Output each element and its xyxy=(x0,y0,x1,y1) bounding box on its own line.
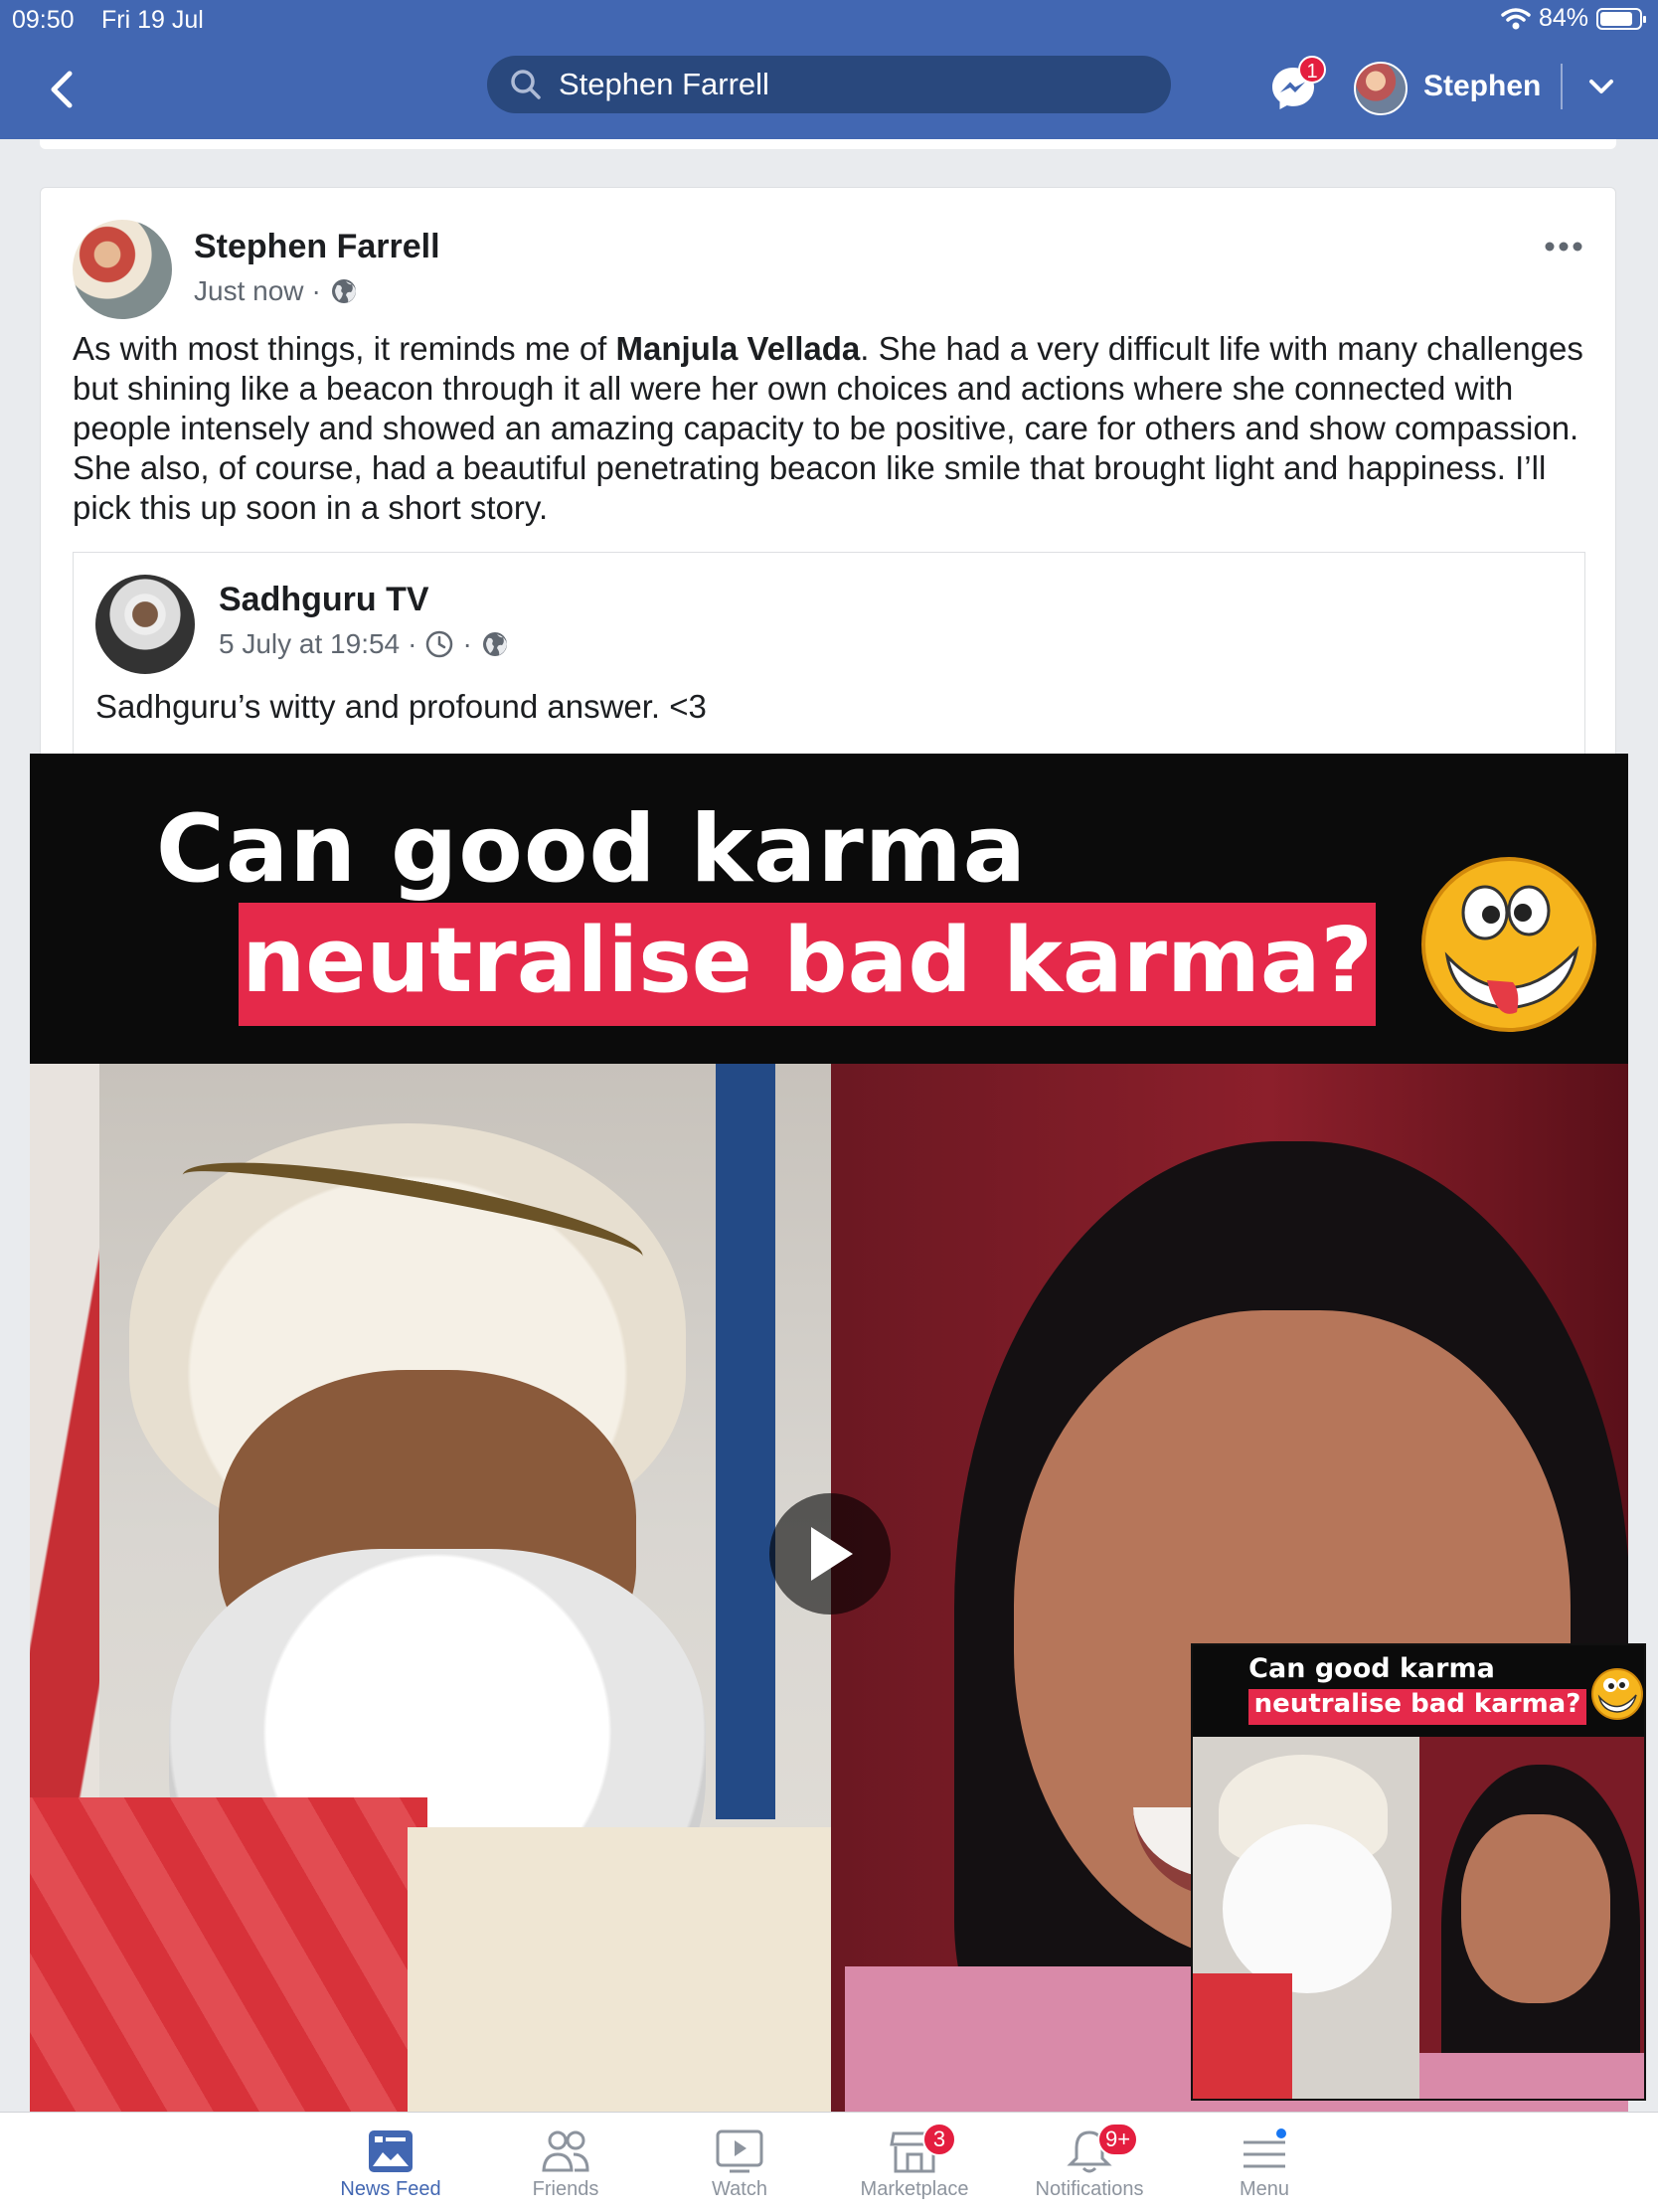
news-feed-icon xyxy=(369,2130,413,2172)
shared-post-text: Sadhguru’s witty and profound answer. <3 xyxy=(95,688,707,725)
video-mini-preview[interactable]: Can good karma neutralise bad karma? xyxy=(1191,1643,1646,2101)
tab-menu[interactable]: Menu xyxy=(1177,2128,1352,2201)
more-options-icon[interactable] xyxy=(1544,240,1583,254)
status-date: Fri 19 Jul xyxy=(101,6,204,34)
video-title-line2: neutralise bad karma? xyxy=(242,909,1373,1013)
search-icon xyxy=(511,70,541,99)
notifications-badge: 9+ xyxy=(1097,2123,1139,2156)
status-indicators: 84% xyxy=(1501,4,1646,33)
play-icon xyxy=(811,1527,853,1581)
chevron-down-icon[interactable] xyxy=(1586,76,1616,97)
shared-post-time[interactable]: 5 July at 19:54 xyxy=(219,628,400,660)
tab-watch[interactable]: Watch xyxy=(652,2128,827,2201)
mini-coat xyxy=(1419,2053,1644,2099)
meta-separator: · xyxy=(311,275,321,306)
post-time[interactable]: Just now xyxy=(194,275,304,307)
shared-post-meta: 5 July at 19:54 · · xyxy=(219,628,510,660)
tab-label: Notifications xyxy=(1035,2178,1144,2200)
tab-marketplace[interactable]: 3 Marketplace xyxy=(827,2123,1002,2201)
mini-beard xyxy=(1223,1824,1392,1993)
meta-separator: · xyxy=(408,628,417,659)
mini-title-line1: Can good karma xyxy=(1248,1653,1495,1684)
shawl xyxy=(30,1797,427,2112)
mini-face xyxy=(1461,1814,1610,2003)
menu-icon xyxy=(1244,2128,1286,2168)
tab-label: Marketplace xyxy=(860,2178,969,2200)
clock-icon xyxy=(426,630,453,658)
tab-label: News Feed xyxy=(340,2178,441,2200)
video-title-line1: Can good karma xyxy=(155,795,1028,904)
status-time: 09:50 xyxy=(12,6,75,34)
post-meta: Just now · xyxy=(194,275,359,307)
previous-post-edge xyxy=(40,139,1616,149)
flag-stripe xyxy=(716,1064,775,1819)
kurta xyxy=(408,1827,831,2112)
back-arrow-icon[interactable] xyxy=(44,70,80,109)
user-avatar[interactable] xyxy=(1354,62,1408,115)
laughing-emoji-icon xyxy=(1421,857,1596,1032)
tab-label: Menu xyxy=(1239,2178,1290,2200)
tagged-name[interactable]: Manjula Vellada xyxy=(616,330,861,367)
friends-icon xyxy=(542,2130,589,2172)
laughing-emoji-icon xyxy=(1591,1668,1643,1720)
post-text: As with most things, it reminds me of Ma… xyxy=(73,329,1583,528)
tab-label: Watch xyxy=(712,2178,767,2200)
user-name[interactable]: Stephen xyxy=(1423,70,1541,103)
bottom-tab-bar: News Feed Friends Watch 3 Marketplace 9+… xyxy=(0,2112,1658,2212)
watch-icon xyxy=(716,2129,763,2173)
search-input[interactable] xyxy=(557,66,1157,103)
tab-news-feed[interactable]: News Feed xyxy=(303,2128,478,2201)
top-navigation-bar: 09:50 Fri 19 Jul 84% 1 Stephen xyxy=(0,0,1658,139)
globe-icon xyxy=(482,632,507,656)
meta-separator: · xyxy=(462,628,472,659)
mini-shawl xyxy=(1193,1973,1292,2099)
header-divider xyxy=(1561,64,1563,109)
tab-notifications[interactable]: 9+ Notifications xyxy=(1002,2123,1177,2201)
play-button[interactable] xyxy=(769,1493,891,1615)
messenger-badge: 1 xyxy=(1298,56,1326,84)
shared-page-name[interactable]: Sadhguru TV xyxy=(219,581,429,619)
author-avatar[interactable] xyxy=(73,220,172,319)
wifi-icon xyxy=(1501,7,1531,29)
battery-icon xyxy=(1596,7,1646,30)
post-text-part: As with most things, it reminds me of xyxy=(73,330,616,367)
tab-friends[interactable]: Friends xyxy=(478,2128,653,2201)
battery-percent: 84% xyxy=(1538,4,1588,32)
mini-title-line2: neutralise bad karma? xyxy=(1253,1689,1581,1719)
shared-page-avatar[interactable] xyxy=(95,575,195,674)
globe-icon xyxy=(331,279,356,303)
tab-label: Friends xyxy=(532,2178,599,2200)
search-bar[interactable] xyxy=(487,56,1171,113)
marketplace-badge: 3 xyxy=(922,2123,956,2156)
author-name[interactable]: Stephen Farrell xyxy=(194,228,440,266)
